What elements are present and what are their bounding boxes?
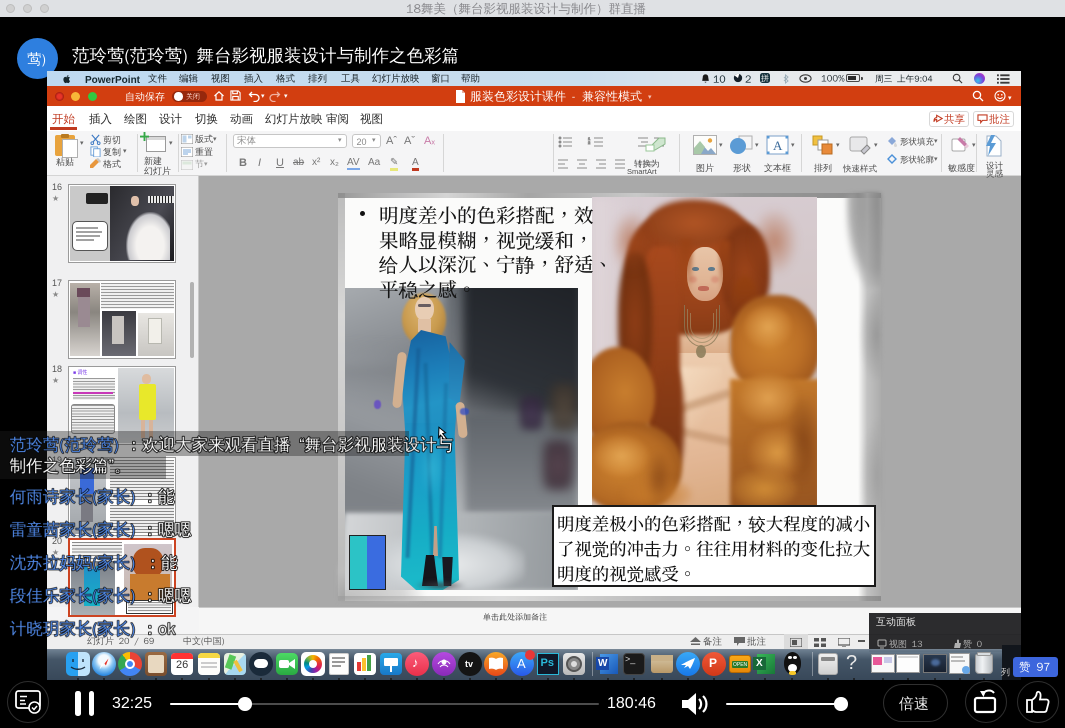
svg-text:A: A — [773, 138, 783, 153]
svg-text:2: 2 — [588, 140, 591, 145]
